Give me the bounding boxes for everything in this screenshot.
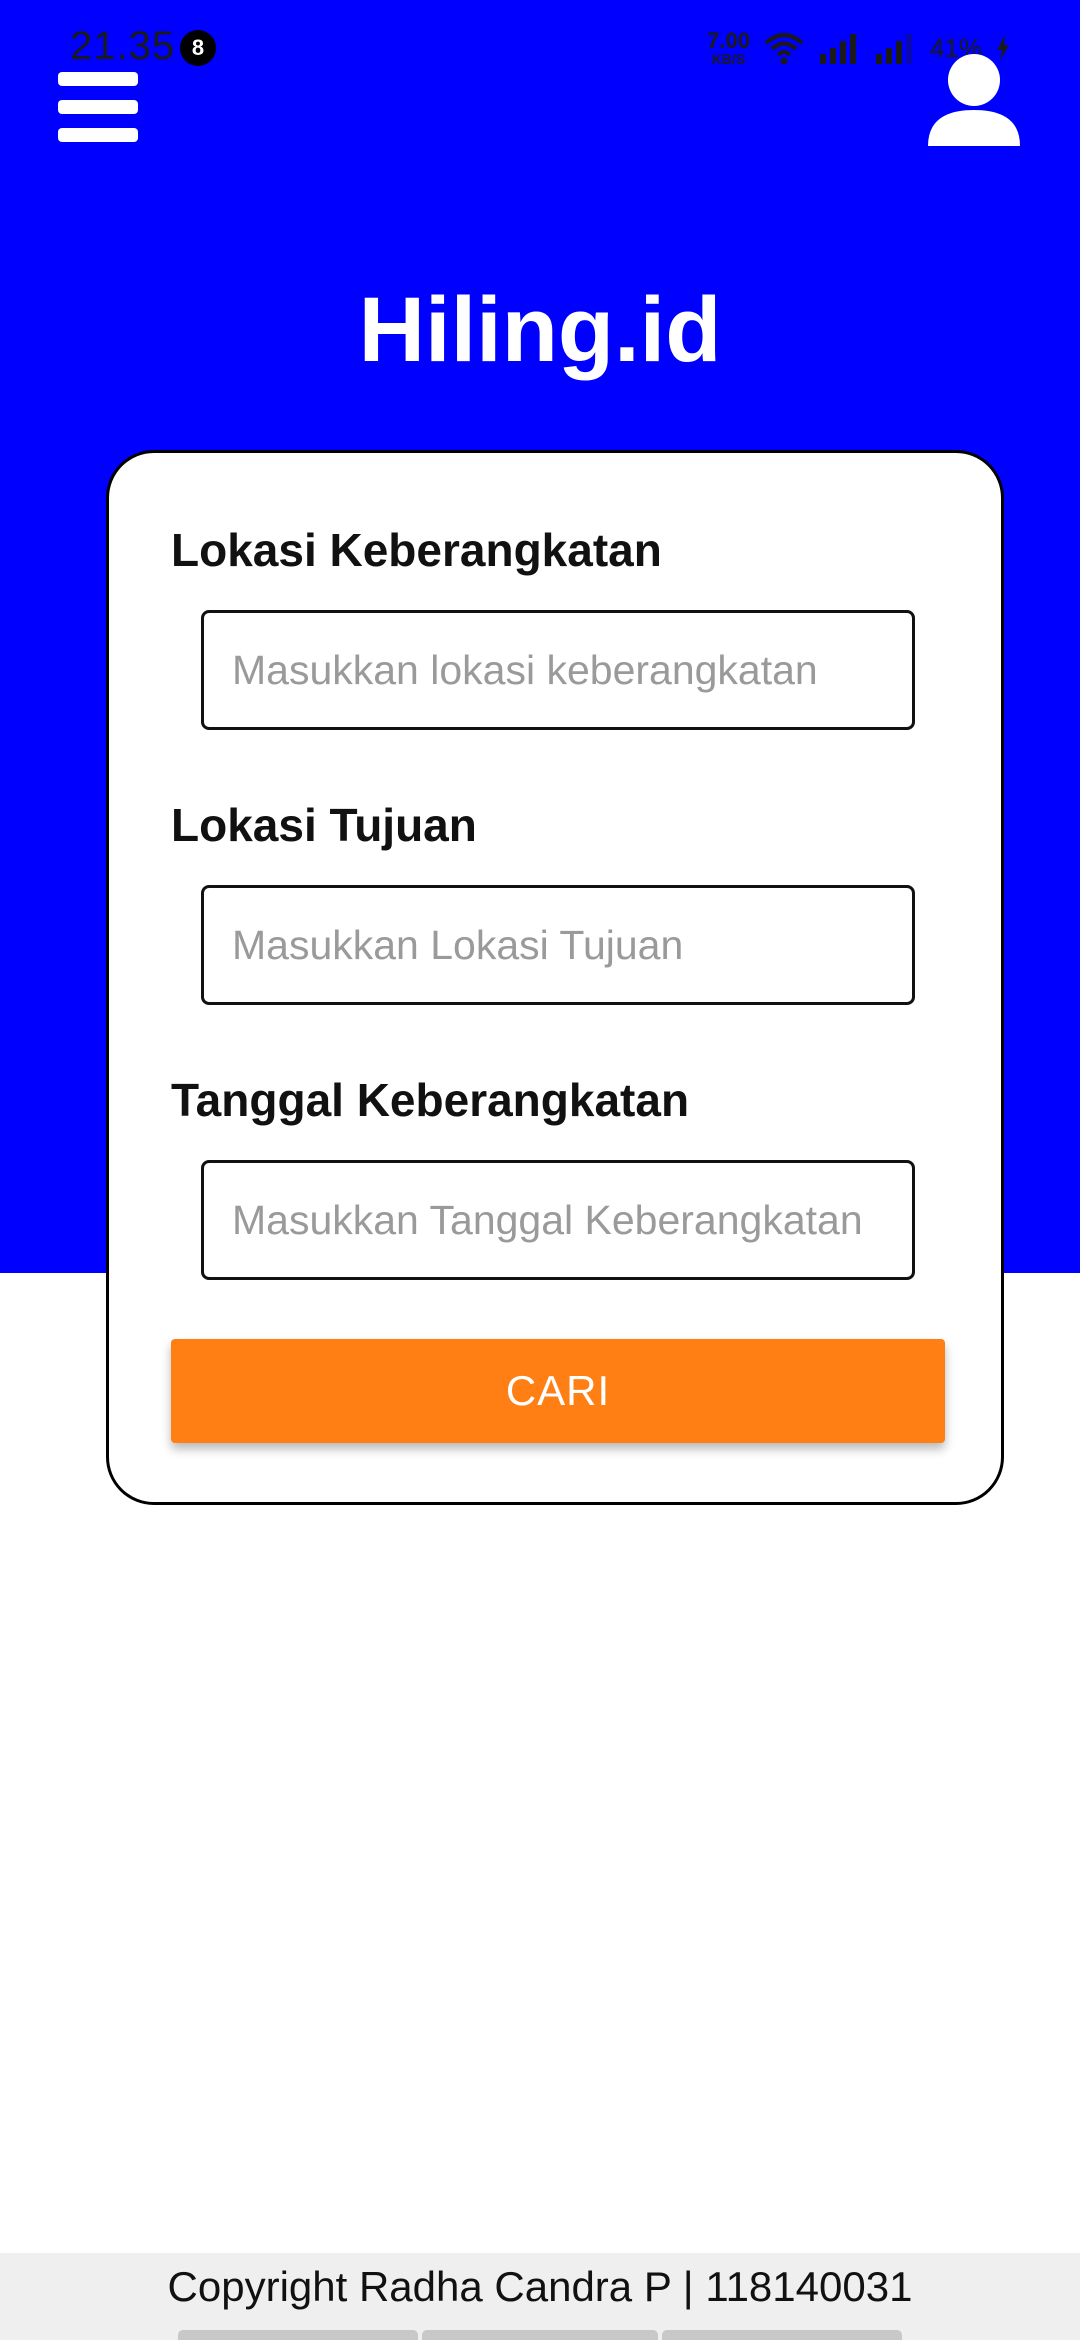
departure-label: Lokasi Keberangkatan	[171, 524, 662, 576]
destination-location-input[interactable]	[201, 885, 915, 1005]
nav-bar-segment-center[interactable]	[422, 2330, 658, 2340]
wifi-icon	[764, 33, 804, 65]
copyright-text: Copyright Radha Candra P | 118140031	[167, 2263, 913, 2310]
hamburger-menu-icon[interactable]	[58, 70, 138, 142]
signal-strength-secondary-icon	[875, 34, 912, 64]
departure-date-input[interactable]	[201, 1160, 915, 1280]
network-speed-value: 7.00	[707, 28, 750, 53]
nav-bar-segment-right[interactable]	[662, 2330, 902, 2340]
status-time: 21.35	[70, 24, 176, 68]
user-account-icon[interactable]	[926, 52, 1022, 148]
search-button[interactable]: CARI	[171, 1339, 945, 1443]
signal-strength-icon	[819, 34, 856, 64]
destination-label: Lokasi Tujuan	[171, 799, 477, 851]
search-form-card: Lokasi Keberangkatan Lokasi Tujuan Tangg…	[106, 450, 1004, 1505]
departure-date-label: Tanggal Keberangkatan	[171, 1074, 690, 1126]
nav-bar-segment-left[interactable]	[178, 2330, 418, 2340]
network-speed: 7.00 KB/S	[707, 28, 750, 67]
network-speed-unit: KB/S	[711, 51, 746, 67]
footer: Copyright Radha Candra P | 118140031	[0, 2253, 1080, 2340]
departure-location-input[interactable]	[201, 610, 915, 730]
app-screen: 21.35 8 7.00 KB/S 41% Hiling.id Lokasi K…	[0, 0, 1080, 2340]
app-title: Hiling.id	[358, 279, 722, 381]
notification-count-badge: 8	[180, 30, 216, 66]
